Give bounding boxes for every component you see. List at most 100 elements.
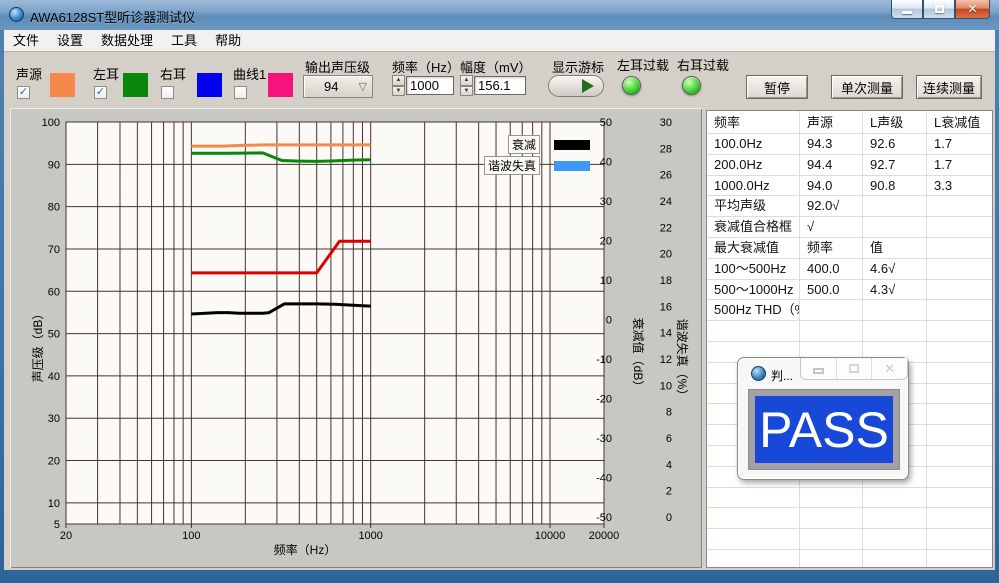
single-measure-button[interactable]: 单次测量 xyxy=(831,75,903,99)
table-cell xyxy=(800,508,863,528)
table-cell xyxy=(863,217,927,237)
frequency-input[interactable] xyxy=(406,76,454,95)
table-cell xyxy=(800,550,863,568)
window-titlebar: AWA6128ST型听诊器测试仪 ✕ xyxy=(0,0,999,30)
y-tick-label: 80 xyxy=(48,202,60,214)
x-tick-label: 1000 xyxy=(358,530,382,542)
att-tick-label: 10 xyxy=(600,275,612,287)
att-tick-label: -10 xyxy=(596,354,612,366)
curve1-checkbox[interactable] xyxy=(234,86,247,99)
spinner-down-icon[interactable]: ▼ xyxy=(392,86,405,97)
pass-window-title: 判... xyxy=(771,367,793,384)
menu-item-data-processing[interactable]: 数据处理 xyxy=(92,30,162,52)
pass-window-icon xyxy=(751,366,766,381)
cursor-toggle-button[interactable] xyxy=(548,75,604,97)
table-cell xyxy=(927,321,992,341)
amplitude-spinner[interactable]: ▲ ▼ xyxy=(460,75,473,96)
pass-close-button[interactable]: ✕ xyxy=(872,358,907,379)
spinner-up-icon[interactable]: ▲ xyxy=(460,75,473,86)
table-cell xyxy=(927,446,992,466)
maximize-icon xyxy=(935,5,944,13)
thd-tick-label: 16 xyxy=(660,301,672,313)
table-cell: 90.8 xyxy=(863,176,927,196)
amplitude-input[interactable] xyxy=(474,76,526,95)
frequency-spinner[interactable]: ▲ ▼ xyxy=(392,75,405,96)
table-cell: 92.6 xyxy=(863,134,927,154)
table-cell: 平均声级 xyxy=(707,196,800,216)
right-ear-checkbox[interactable] xyxy=(161,86,174,99)
left-overload-label: 左耳过载 xyxy=(617,55,669,74)
table-cell: 衰减值合格框 xyxy=(707,217,800,237)
play-arrow-icon xyxy=(582,79,594,93)
table-cell xyxy=(927,488,992,508)
spinner-down-icon[interactable]: ▼ xyxy=(460,86,473,97)
table-cell: 500Hz THD（% xyxy=(707,300,800,320)
legend-row: 谐波失真 xyxy=(420,155,590,176)
close-icon: ✕ xyxy=(884,361,895,377)
y-tick-label: 40 xyxy=(48,371,60,383)
pass-minimize-button[interactable] xyxy=(801,358,837,379)
frequency-label: 频率（Hz） xyxy=(392,57,460,76)
att-tick-label: -30 xyxy=(596,433,612,445)
menu-bar: 文件 设置 数据处理 工具 帮助 xyxy=(4,30,995,52)
table-cell: 4.3√ xyxy=(863,280,927,300)
table-row xyxy=(707,508,992,529)
menu-item-tools[interactable]: 工具 xyxy=(162,30,206,52)
table-cell xyxy=(863,529,927,549)
left-axis-label: 声压级（dB） xyxy=(31,308,45,383)
att-tick-label: -40 xyxy=(596,473,612,485)
window-content: 文件 设置 数据处理 工具 帮助 声源 ✓ 左耳 ✓ 右耳 曲线1 输出声压级 xyxy=(4,30,995,570)
thd-tick-label: 28 xyxy=(660,143,672,155)
table-cell: 500.0 xyxy=(800,280,863,300)
thd-tick-label: 0 xyxy=(666,512,672,524)
y-tick-label: 60 xyxy=(48,286,60,298)
output-level-value: 94 xyxy=(304,79,359,94)
thd-tick-label: 30 xyxy=(660,117,672,129)
att-tick-label: 0 xyxy=(606,315,612,327)
spinner-up-icon[interactable]: ▲ xyxy=(392,75,405,86)
table-cell xyxy=(927,529,992,549)
menu-item-help[interactable]: 帮助 xyxy=(206,30,250,52)
y-tick-label: 20 xyxy=(48,456,60,468)
close-button[interactable]: ✕ xyxy=(955,0,990,19)
x-tick-label: 20 xyxy=(60,530,72,542)
table-cell xyxy=(863,550,927,568)
menu-item-settings[interactable]: 设置 xyxy=(48,30,92,52)
legend-swatch xyxy=(554,140,590,150)
table-cell xyxy=(927,217,992,237)
table-row: 平均声级92.0√ xyxy=(707,196,992,217)
table-cell xyxy=(863,196,927,216)
table-cell: 500～1000Hz xyxy=(707,280,800,300)
maximize-button[interactable] xyxy=(923,0,955,19)
att-tick-label: 30 xyxy=(600,196,612,208)
table-header-row: 频率声源L声级L衰减值 xyxy=(707,111,992,134)
table-row: 100～500Hz400.04.6√ xyxy=(707,259,992,280)
chart-panel: 2010010001000020000100908070605040302010… xyxy=(10,108,702,568)
table-row xyxy=(707,550,992,568)
table-cell: 1.7 xyxy=(927,134,992,154)
continuous-measure-button[interactable]: 连续测量 xyxy=(916,75,982,99)
pause-button[interactable]: 暂停 xyxy=(746,75,808,99)
table-cell xyxy=(863,300,927,320)
table-row xyxy=(707,529,992,550)
pass-window: 判... ✕ PASS xyxy=(737,357,909,480)
minimize-button[interactable] xyxy=(891,0,923,19)
att-tick-label: -50 xyxy=(596,512,612,524)
output-level-dropdown[interactable]: 94 ▽ xyxy=(303,75,373,98)
curve1-label: 曲线1 xyxy=(233,64,266,83)
left-ear-checkbox[interactable]: ✓ xyxy=(94,86,107,99)
legend-row: 衰减 xyxy=(420,134,590,155)
pass-maximize-button[interactable] xyxy=(837,358,873,379)
table-cell xyxy=(927,363,992,383)
legend-label: 谐波失真 xyxy=(484,156,540,175)
menu-item-file[interactable]: 文件 xyxy=(4,30,48,52)
series-source xyxy=(191,145,370,146)
table-header-cell: L声级 xyxy=(863,111,927,133)
window-controls: ✕ xyxy=(891,0,990,19)
table-cell: 1.7 xyxy=(927,155,992,175)
source-checkbox[interactable]: ✓ xyxy=(17,86,30,99)
table-row xyxy=(707,488,992,509)
table-cell: 400.0 xyxy=(800,259,863,279)
right-overload-label: 右耳过载 xyxy=(677,55,729,74)
table-row: 1000.0Hz94.090.83.3 xyxy=(707,176,992,197)
